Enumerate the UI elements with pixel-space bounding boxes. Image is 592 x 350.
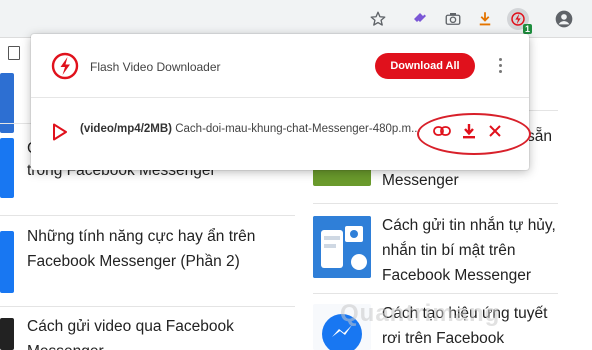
account-icon[interactable] bbox=[554, 9, 574, 29]
play-icon[interactable] bbox=[52, 123, 68, 141]
divider bbox=[313, 293, 558, 294]
flash-logo-icon bbox=[51, 52, 79, 80]
video-format: (video/mp4/2MB) bbox=[80, 123, 173, 135]
article-thumbnail bbox=[313, 216, 371, 278]
article-thumbnail bbox=[0, 318, 14, 350]
flash-video-downloader-icon[interactable]: 1 bbox=[507, 8, 532, 34]
copy-link-icon[interactable] bbox=[431, 120, 453, 142]
article-title[interactable]: Những tính năng cực hay ẩn trên Facebook… bbox=[27, 224, 277, 274]
article-thumbnail bbox=[0, 138, 14, 198]
video-filename: Cach-doi-mau-khung-chat-Messenger-480p.m… bbox=[175, 123, 421, 135]
article-title-fragment[interactable]: sẵn bbox=[527, 124, 587, 149]
divider bbox=[313, 203, 558, 204]
download-arrow-icon[interactable] bbox=[475, 9, 495, 29]
camera-icon[interactable] bbox=[443, 9, 463, 29]
video-list-item: (video/mp4/2MB) Cach-doi-mau-khung-chat-… bbox=[31, 98, 529, 170]
article-thumbnail bbox=[0, 231, 14, 293]
article-thumbnail bbox=[0, 73, 14, 133]
popup-title: Flash Video Downloader bbox=[90, 60, 221, 74]
video-info: (video/mp4/2MB) Cach-doi-mau-khung-chat-… bbox=[80, 123, 425, 135]
article-title[interactable]: Cách gửi video qua Facebook Messenger bbox=[27, 314, 277, 350]
article-title[interactable]: Messenger bbox=[382, 168, 572, 193]
star-icon[interactable] bbox=[368, 9, 388, 29]
download-icon[interactable] bbox=[458, 120, 480, 142]
article-title[interactable]: Cách gửi tin nhắn tự hủy, nhắn tin bí mậ… bbox=[382, 213, 572, 288]
extension-badge: 1 bbox=[522, 24, 532, 34]
extension-puzzle-icon[interactable] bbox=[410, 9, 430, 29]
page-icon bbox=[8, 46, 20, 60]
close-icon[interactable] bbox=[484, 120, 506, 142]
divider bbox=[0, 215, 295, 216]
watermark: Quantrimang bbox=[340, 300, 501, 327]
popup-header: Flash Video Downloader Download All bbox=[31, 34, 529, 98]
more-options-icon[interactable] bbox=[496, 58, 504, 76]
divider bbox=[0, 306, 295, 307]
browser-toolbar: 1 bbox=[0, 0, 592, 38]
download-all-button[interactable]: Download All bbox=[375, 53, 475, 79]
flash-video-downloader-popup: Flash Video Downloader Download All (vid… bbox=[31, 34, 529, 170]
